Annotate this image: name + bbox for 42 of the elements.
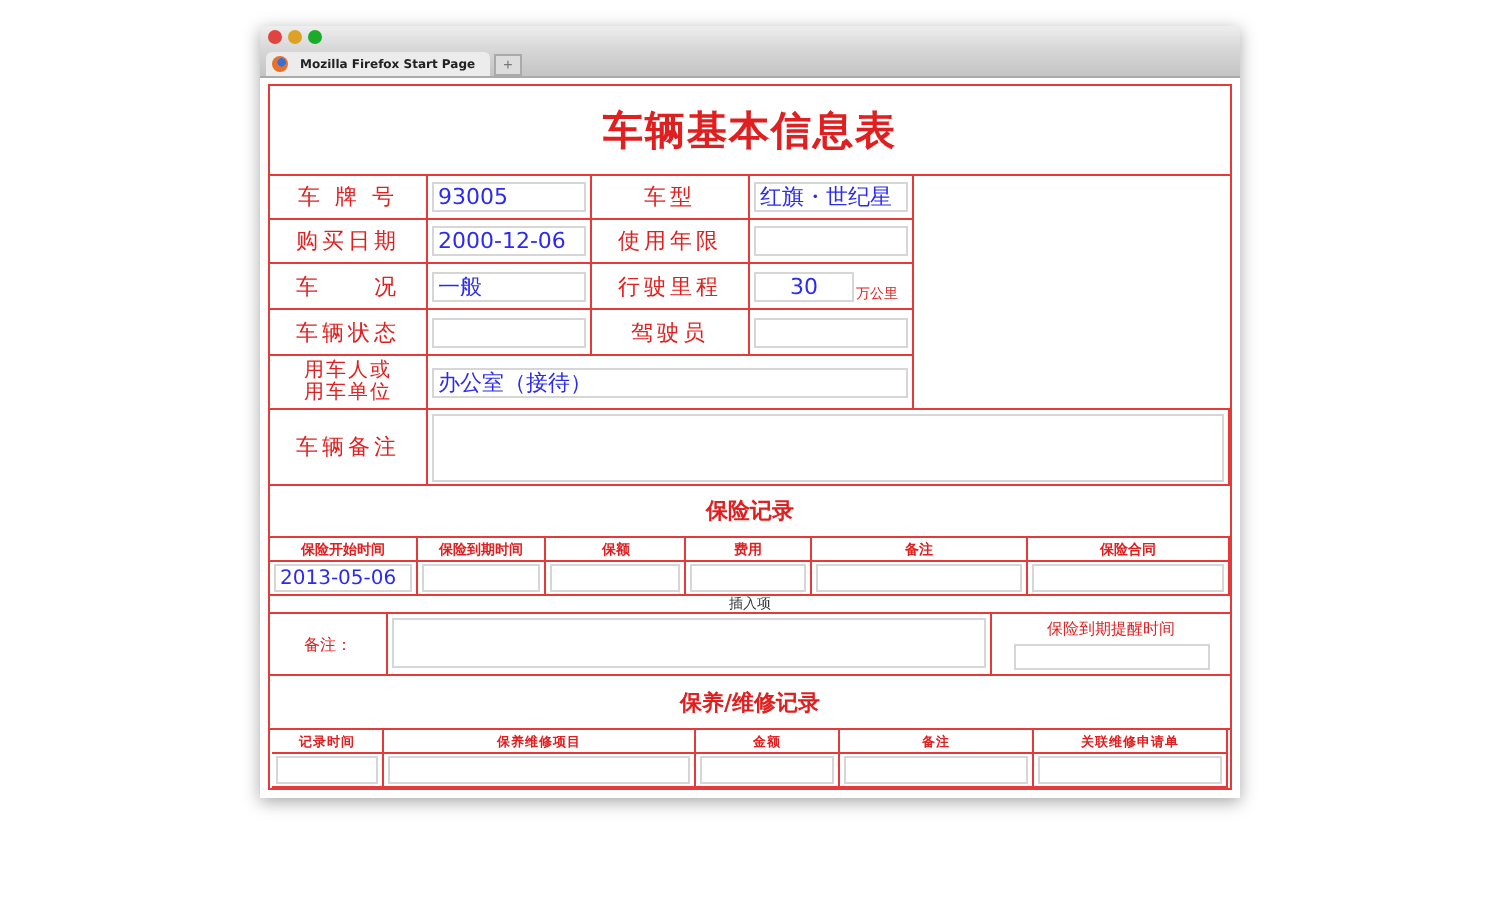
field-label: 车 况 [270, 264, 428, 310]
input-field[interactable]: 2013-05-06 [274, 564, 412, 592]
field-label: 购买日期 [270, 220, 428, 264]
input-field[interactable] [844, 756, 1028, 784]
input-field[interactable] [1038, 756, 1222, 784]
input-field[interactable]: 一般 [432, 271, 586, 301]
field-label: 车辆备注 [270, 410, 428, 486]
input-field[interactable] [392, 618, 986, 668]
field-label: 车 牌 号 [270, 176, 428, 220]
browser-logo-icon [272, 56, 288, 72]
form-title: 车辆基本信息表 [270, 86, 1230, 176]
input-field[interactable] [276, 756, 378, 784]
field-label: 行驶里程 [592, 264, 750, 310]
section-title: 保养/维修记录 [270, 676, 1230, 730]
input-field[interactable] [1032, 564, 1225, 592]
field-label: 车辆状态 [270, 310, 428, 356]
input-field[interactable] [754, 317, 908, 347]
input-field[interactable]: 30 [754, 271, 854, 301]
close-icon[interactable] [268, 30, 282, 44]
field-label: 车型 [592, 176, 750, 220]
input-field[interactable] [1013, 644, 1209, 670]
input-field[interactable] [690, 564, 806, 592]
remark-field[interactable] [432, 413, 1224, 481]
input-field[interactable] [388, 756, 690, 784]
input-field[interactable]: 红旗・世纪星 [754, 182, 908, 212]
field-label: 使用年限 [592, 220, 750, 264]
input-field[interactable] [700, 756, 834, 784]
field-label: 用车人或用车单位 [270, 356, 428, 410]
field-label: 保险到期提醒时间 [1047, 618, 1175, 640]
section-title: 保险记录 [270, 486, 1230, 538]
input-field[interactable] [432, 317, 586, 347]
input-field[interactable]: 93005 [432, 182, 586, 212]
input-field[interactable] [421, 564, 541, 592]
zoom-icon[interactable] [308, 30, 322, 44]
input-field[interactable] [550, 564, 681, 592]
input-field[interactable]: 办公室（接待） [432, 367, 908, 397]
input-field[interactable] [754, 226, 908, 256]
input-field[interactable]: 2000-12-06 [432, 226, 586, 256]
field-label: 备注： [270, 614, 388, 674]
field-label: 驾驶员 [592, 310, 750, 356]
input-field[interactable] [815, 564, 1023, 592]
minimize-icon[interactable] [288, 30, 302, 44]
